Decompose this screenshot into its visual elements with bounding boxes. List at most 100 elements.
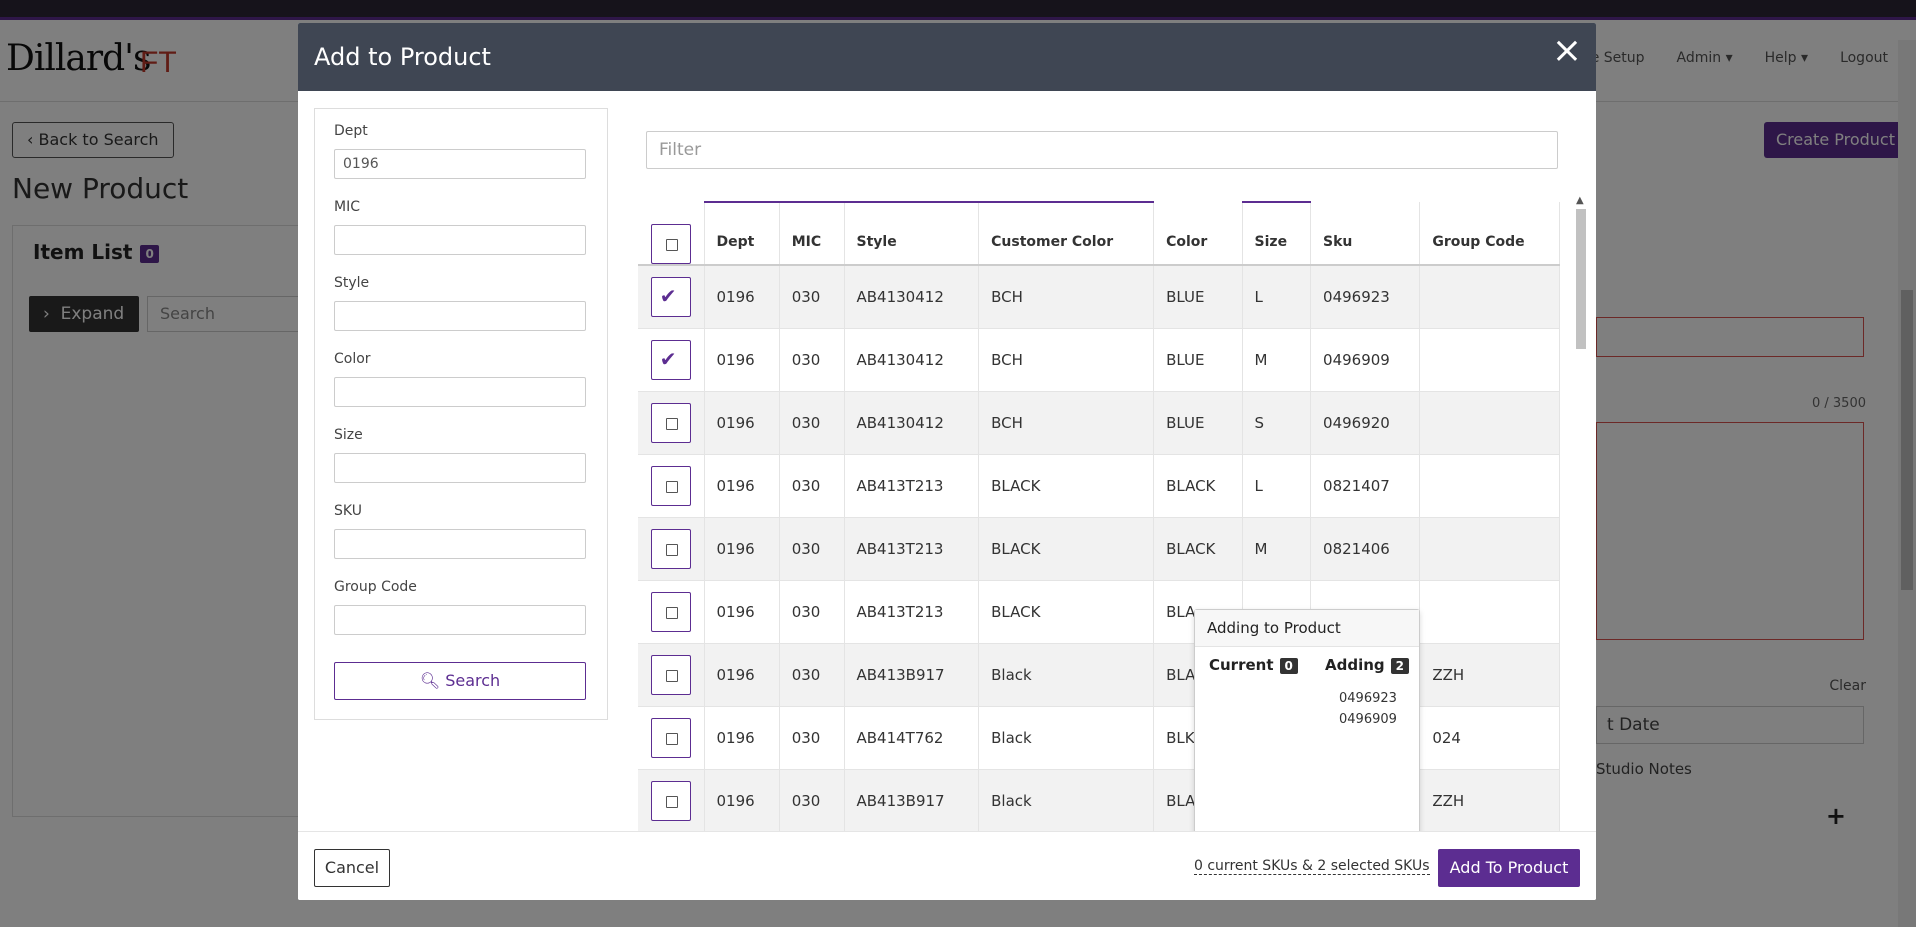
column-header-customer-color[interactable]: Customer Color [978,201,1155,266]
table-row[interactable]: ✔ 0196 030 AB4130412 BCH BLUE L 0496923 [638,265,1560,329]
cell-mic: 030 [779,643,845,707]
column-header-sku[interactable]: Sku [1310,202,1421,266]
cell-mic: 030 [779,265,845,329]
add-to-product-modal: Add to Product × Dept 0196 MIC Style Col… [298,23,1596,900]
modal-header: Add to Product × [298,23,1596,91]
cell-style: AB413T213 [844,517,980,581]
cell-dept: 0196 [704,769,780,831]
sku-label: SKU [334,503,362,519]
close-icon[interactable]: × [1552,33,1582,69]
select-all-checkbox[interactable] [650,224,691,264]
cell-mic: 030 [779,454,845,518]
cell-group-code [1419,328,1560,392]
search-button-label: Search [445,671,501,690]
cell-size: M [1242,328,1312,392]
popover-title: Adding to Product [1195,610,1419,647]
table-row[interactable]: 0196 030 AB413B917 Black BLA ZZH [638,769,1560,831]
row-select-cell [638,391,705,455]
results-table-container[interactable]: Dept MIC Style Customer Color Color Size… [638,201,1560,831]
filter-input[interactable]: Filter [646,131,1558,169]
popover-current-badge: 0 [1279,657,1298,674]
cell-style: AB413B917 [844,769,980,831]
results-scrollbar[interactable]: ▲ ▼ [1574,187,1588,867]
style-input[interactable] [334,301,586,331]
column-header-color[interactable]: Color [1153,202,1243,266]
modal-title: Add to Product [314,43,491,71]
cell-dept: 0196 [704,643,780,707]
cell-mic: 030 [779,580,845,644]
row-checkbox[interactable] [650,780,691,821]
checkbox-box [665,543,678,556]
column-header-size[interactable]: Size [1242,201,1312,266]
row-select-cell [638,706,705,770]
mic-input[interactable] [334,225,586,255]
cell-size: L [1242,454,1312,518]
style-label: Style [334,275,370,291]
cell-mic: 030 [779,706,845,770]
color-input[interactable] [334,377,586,407]
mic-label: MIC [334,199,360,215]
table-header-row: Dept MIC Style Customer Color Color Size… [638,201,1560,266]
row-checkbox[interactable] [650,528,691,569]
cell-customer-color: Black [978,706,1155,770]
search-button[interactable]: 🔍︎ Search [334,662,586,700]
column-header-style[interactable]: Style [844,201,980,266]
scroll-up-icon[interactable]: ▲ [1576,195,1584,206]
cancel-button[interactable]: Cancel [314,849,390,887]
table-row[interactable]: 0196 030 AB413T213 BLACK BLACK L 0821407 [638,454,1560,518]
row-checkbox[interactable] [650,654,691,695]
row-select-cell [638,517,705,581]
row-checkbox[interactable]: ✔ [650,339,691,380]
row-select-cell [638,580,705,644]
table-row[interactable]: 0196 030 AB414T762 Black BLK 024 [638,706,1560,770]
cell-dept: 0196 [704,265,780,329]
sku-input[interactable] [334,529,586,559]
row-checkbox[interactable] [650,402,691,443]
column-header-mic[interactable]: MIC [779,201,845,266]
cell-size: S [1242,391,1312,455]
column-header-dept[interactable]: Dept [704,201,780,266]
cell-group-code [1419,580,1560,644]
table-row[interactable]: 0196 030 AB413T213 BLACK BLA [638,580,1560,644]
row-select-cell: ✔ [638,265,705,329]
size-label: Size [334,427,363,443]
search-form-panel: Dept 0196 MIC Style Color Size SKU Group… [314,108,608,720]
row-checkbox[interactable] [650,465,691,506]
popover-sku-item: 0496923 [1339,691,1397,706]
dept-label: Dept [334,123,368,139]
cell-customer-color: BCH [978,265,1155,329]
results-scrollbar-thumb[interactable] [1576,209,1586,349]
column-header-group-code[interactable]: Group Code [1419,202,1560,266]
table-body: ✔ 0196 030 AB4130412 BCH BLUE L 0496923 ✔ 0196 030… [638,265,1560,831]
group-code-input[interactable] [334,605,586,635]
cell-mic: 030 [779,328,845,392]
cell-customer-color: BCH [978,328,1155,392]
table-row[interactable]: 0196 030 AB4130412 BCH BLUE S 0496920 [638,391,1560,455]
table-row[interactable]: 0196 030 AB413T213 BLACK BLACK M 0821406 [638,517,1560,581]
popover-adding-label: Adding [1325,656,1385,674]
modal-footer: Cancel 0 current SKUs & 2 selected SKUs … [298,831,1596,900]
popover-adding-sku-list: 0496923 0496909 [1339,688,1397,730]
checkbox-box [665,669,678,682]
cell-color: BLUE [1153,391,1243,455]
row-checkbox[interactable]: ✔ [650,276,691,317]
color-label: Color [334,351,371,367]
table-row[interactable]: 0196 030 AB413B917 Black BLA ZZH [638,643,1560,707]
row-select-cell [638,769,705,831]
cell-dept: 0196 [704,706,780,770]
sku-summary-link[interactable]: 0 current SKUs & 2 selected SKUs [1194,858,1430,875]
table-row[interactable]: ✔ 0196 030 AB4130412 BCH BLUE M 0496909 [638,328,1560,392]
checkbox-box [665,480,678,493]
size-input[interactable] [334,453,586,483]
row-checkbox[interactable] [650,717,691,758]
cell-mic: 030 [779,391,845,455]
cell-dept: 0196 [704,580,780,644]
row-select-cell [638,643,705,707]
cell-customer-color: Black [978,769,1155,831]
add-to-product-button[interactable]: Add To Product [1438,849,1580,887]
checkbox-box [665,239,678,251]
row-checkbox[interactable] [650,591,691,632]
cell-sku: 0496920 [1310,391,1421,455]
cell-group-code: 024 [1419,706,1560,770]
dept-input[interactable]: 0196 [334,149,586,179]
